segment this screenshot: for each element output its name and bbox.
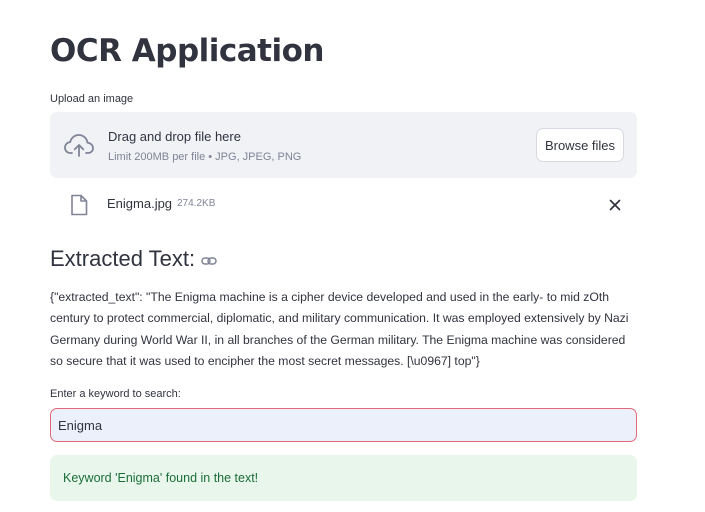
link-icon[interactable] xyxy=(201,254,217,268)
success-message: Keyword 'Enigma' found in the text! xyxy=(63,471,259,485)
file-dropzone[interactable]: Drag and drop file here Limit 200MB per … xyxy=(50,112,637,178)
extracted-text-heading: Extracted Text: xyxy=(50,246,196,271)
dropzone-title: Drag and drop file here xyxy=(108,129,241,144)
upload-label: Upload an image xyxy=(50,93,134,105)
browse-files-button[interactable]: Browse files xyxy=(536,128,624,162)
file-size: 274.2KB xyxy=(177,198,216,209)
file-icon xyxy=(71,194,88,216)
uploaded-file-row: Enigma.jpg 274.2KB xyxy=(50,188,637,222)
keyword-search-label: Enter a keyword to search: xyxy=(50,388,181,400)
extracted-text-body: {"extracted_text": "The Enigma machine i… xyxy=(50,290,629,368)
file-name: Enigma.jpg xyxy=(107,196,173,211)
page-title: OCR Application xyxy=(50,33,325,69)
success-alert: Keyword 'Enigma' found in the text! xyxy=(50,455,637,501)
dropzone-subtitle: Limit 200MB per file • JPG, JPEG, PNG xyxy=(108,151,302,163)
keyword-search-input[interactable] xyxy=(50,408,637,442)
close-icon[interactable] xyxy=(605,195,625,215)
cloud-upload-icon xyxy=(64,134,94,157)
